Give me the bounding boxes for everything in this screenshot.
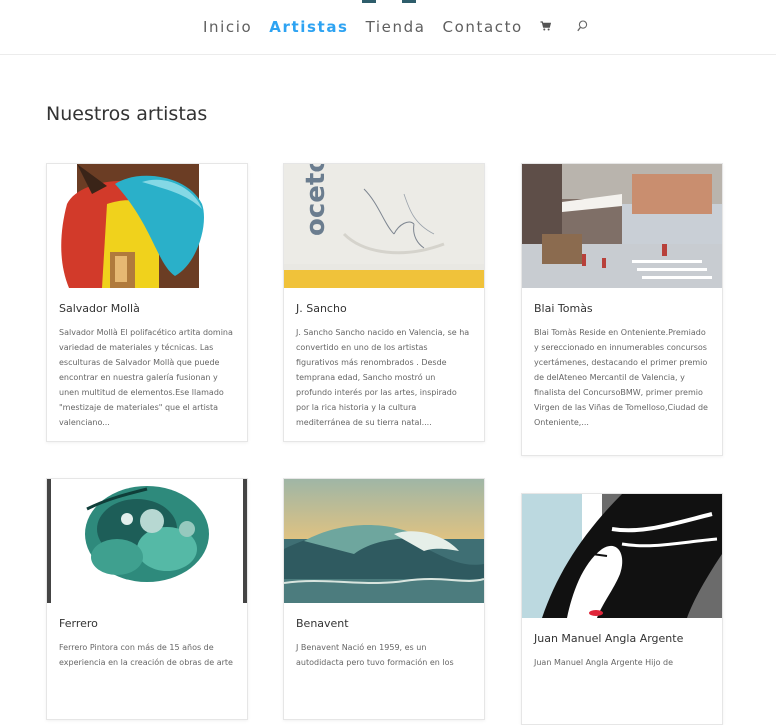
cart-icon[interactable] — [540, 20, 551, 34]
artist-image-ferrero[interactable] — [47, 479, 247, 603]
nav-item-inicio[interactable]: Inicio — [203, 18, 252, 36]
artist-image-j-sancho[interactable]: oceto — [284, 164, 484, 288]
artist-name[interactable]: Juan Manuel Angla Argente — [534, 632, 710, 645]
artist-name[interactable]: Benavent — [296, 617, 472, 630]
artist-image-salvador-molla[interactable] — [47, 164, 247, 288]
main-nav: Inicio Artistas Tienda Contacto — [203, 18, 588, 36]
nav-item-tienda[interactable]: Tienda — [366, 18, 426, 36]
artist-image-benavent[interactable] — [284, 479, 484, 603]
artist-excerpt: J Benavent Nació en 1959, es un autodida… — [296, 643, 454, 667]
artist-excerpt: Ferrero Pintora con más de 15 años de ex… — [59, 643, 233, 667]
artist-image-blai-tomas[interactable] — [522, 164, 722, 288]
artist-excerpt: Salvador Mollà El polifacético artita do… — [59, 328, 233, 427]
svg-text:oceto: oceto — [301, 164, 331, 236]
artist-name[interactable]: Ferrero — [59, 617, 235, 630]
artist-card-blai-tomas[interactable]: Blai Tomàs Blai Tomàs Reside en Ontenien… — [521, 163, 723, 456]
artist-excerpt: J. Sancho Sancho nacido en Valencia, se … — [296, 328, 470, 427]
logo[interactable] — [362, 0, 376, 3]
artist-card-salvador-molla[interactable]: Salvador Mollà Salvador Mollà El polifac… — [46, 163, 248, 442]
artist-name[interactable]: J. Sancho — [296, 302, 472, 315]
artist-image-juan-manuel-angla-argente[interactable] — [522, 494, 722, 618]
artist-card-juan-manuel-angla-argente[interactable]: Juan Manuel Angla Argente Juan Manuel An… — [521, 493, 723, 725]
nav-item-contacto[interactable]: Contacto — [443, 18, 523, 36]
artist-card-ferrero[interactable]: Ferrero Ferrero Pintora con más de 15 añ… — [46, 478, 248, 720]
artist-card-benavent[interactable]: Benavent J Benavent Nació en 1959, es un… — [283, 478, 485, 720]
artist-name[interactable]: Salvador Mollà — [59, 302, 235, 315]
site-header: Inicio Artistas Tienda Contacto — [0, 0, 776, 55]
artist-excerpt: Blai Tomàs Reside en Onteniente.Premiado… — [534, 328, 708, 427]
artist-excerpt: Juan Manuel Angla Argente Hijo de — [534, 658, 674, 667]
nav-item-artistas[interactable]: Artistas — [269, 18, 348, 36]
page-title: Nuestros artistas — [46, 103, 208, 125]
search-icon[interactable] — [577, 19, 588, 35]
logo-part — [402, 0, 416, 3]
artist-name[interactable]: Blai Tomàs — [534, 302, 710, 315]
artist-card-j-sancho[interactable]: oceto J. Sancho J. Sancho Sancho nacido … — [283, 163, 485, 442]
